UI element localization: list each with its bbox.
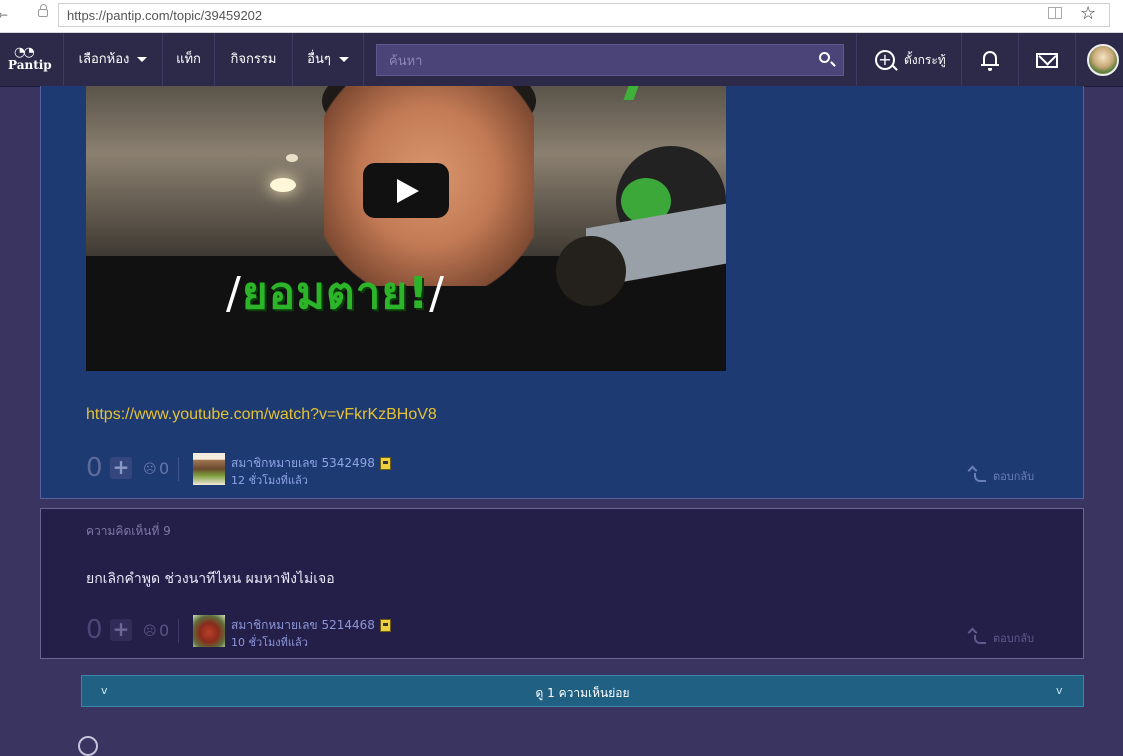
member-name: สมาชิกหมายเลข 5214468 [231,618,375,632]
member-badge-icon [379,619,391,632]
divider [178,619,179,643]
member-badge-icon [379,457,391,470]
notifications-button[interactable] [962,33,1019,86]
youtube-link[interactable]: https://www.youtube.com/watch?v=vFkrKzBH… [86,406,437,424]
bell-icon [981,51,999,71]
comment-highlighted: /ยอมตาย!/ https://www.youtube.com/watch?… [40,86,1084,499]
messages-button[interactable] [1019,33,1076,86]
emotion-count: 0 [159,621,170,640]
vote-count: 0 [86,615,103,645]
comment: ความคิดเห็นที่ 9 ยกเลิกคำพูด ช่วงนาทีไหน… [40,508,1084,659]
ceiling-light [286,154,298,162]
youtube-video-embed[interactable]: /ยอมตาย!/ [86,86,726,371]
browser-address-bar: ← https://pantip.com/topic/39459202 ☆ [0,0,1123,33]
search-input[interactable] [377,45,821,77]
member-avatar[interactable] [193,615,225,647]
favorite-star-icon[interactable]: ☆ [1080,3,1096,24]
chevron-down-icon: v [1056,684,1063,697]
reply-button[interactable]: ตอบกลับ [974,629,1034,647]
lock-icon[interactable] [38,4,48,17]
slash-left: / [226,268,242,319]
caret-down-icon [338,57,349,62]
reading-view-icon[interactable] [1048,7,1062,19]
partial-avatar [78,736,98,756]
search-icon[interactable] [819,52,830,63]
nav-more-dropdown[interactable]: อื่นๆ [293,33,364,86]
pantip-logo[interactable]: ◔◔ Pantip [0,33,64,86]
reply-label: ตอบกลับ [993,470,1035,483]
caret-down-icon [137,57,148,62]
nav-tags[interactable]: แท็ก [163,33,215,86]
microphone [556,236,626,306]
nav-activities[interactable]: กิจกรรม [215,33,293,86]
comment-footer: 0 + ☹ 0 สมาชิกหมายเลข 5214468 10 ชั่วโมง… [86,615,1041,649]
url-field[interactable]: https://pantip.com/topic/39459202 [58,3,1110,27]
divider [178,457,179,481]
nav-activities-label: กิจกรรม [230,52,277,67]
member-name: สมาชิกหมายเลข 5342498 [231,456,375,470]
ceiling-light [270,178,296,192]
video-headline-text: ยอมตาย! [241,268,430,319]
new-topic-button[interactable]: + ตั้งกระทู้ [856,33,962,86]
reply-label: ตอบกลับ [993,632,1035,645]
comment-footer: 0 + ☹ 0 สมาชิกหมายเลข 5342498 12 ชั่วโมง… [86,453,1041,487]
mail-icon [1036,53,1058,68]
new-topic-label: ตั้งกระทู้ [904,53,946,67]
reply-icon [974,634,986,644]
vote-plus-button[interactable]: + [110,457,132,479]
emotion-count: 0 [159,459,170,478]
emotion-icon[interactable]: ☹ [143,462,157,477]
comment-time: 10 ชั่วโมงที่แล้ว [231,636,308,649]
logo-text: Pantip [8,58,52,72]
reply-button[interactable]: ตอบกลับ [974,467,1034,485]
vote-plus-button[interactable]: + [110,619,132,641]
comment-number: ความคิดเห็นที่ 9 [86,524,171,538]
member-avatar[interactable] [193,453,225,485]
play-button[interactable] [363,163,449,218]
comment-text: ยกเลิกคำพูด ช่วงนาทีไหน ผมหาฟังไม่เจอ [86,571,335,587]
expand-replies-label: ดู 1 ความเห็นย่อย [535,686,630,700]
zoom-plus-icon: + [875,50,895,70]
back-arrow-icon[interactable]: ← [0,8,8,22]
comment-time: 12 ชั่วโมงที่แล้ว [231,474,308,487]
user-avatar[interactable] [1087,44,1119,76]
nav-rooms-label: เลือกห้อง [78,52,130,67]
main-navbar: ◔◔ Pantip เลือกห้อง แท็ก กิจกรรม อื่นๆ +… [0,33,1123,87]
vote-count: 0 [86,453,103,483]
reply-icon [974,472,986,482]
nav-tags-label: แท็ก [176,52,201,67]
expand-replies-button[interactable]: v ดู 1 ความเห็นย่อย v [81,675,1084,707]
video-headline: /ยอมตาย!/ [226,258,445,328]
emotion-icon[interactable]: ☹ [143,624,157,639]
url-text[interactable]: https://pantip.com/topic/39459202 [67,8,262,23]
search-box [376,44,844,77]
nav-more-label: อื่นๆ [307,52,331,67]
slash-right: / [429,268,445,319]
nav-rooms-dropdown[interactable]: เลือกห้อง [64,33,163,86]
